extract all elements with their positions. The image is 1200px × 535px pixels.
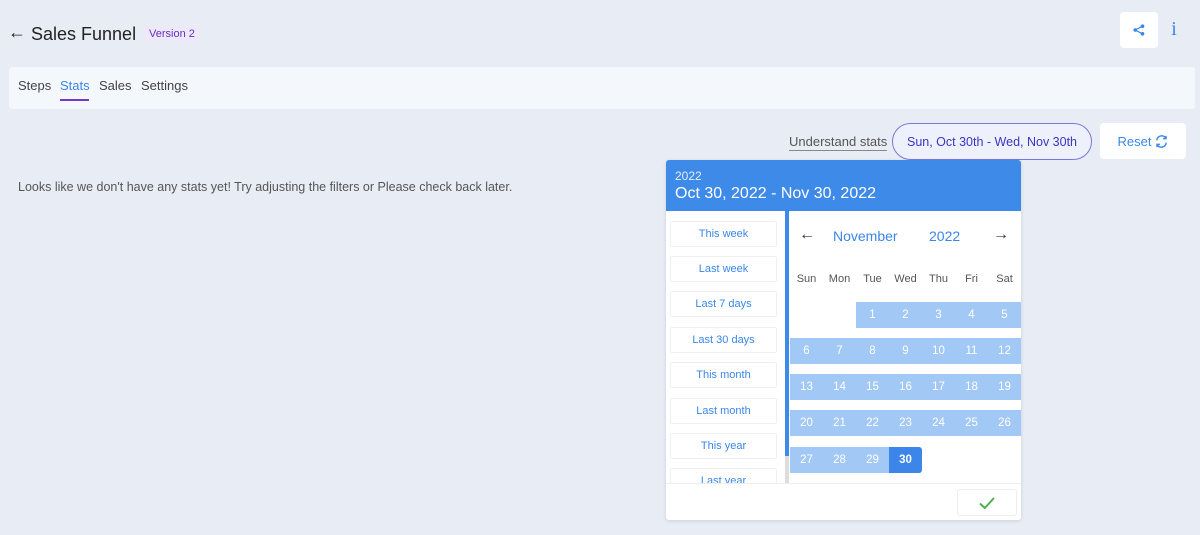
shortcut-this-year[interactable]: This year: [670, 433, 777, 459]
calendar-day[interactable]: 26: [988, 410, 1021, 436]
picker-footer: [666, 483, 1021, 520]
weekday-label: Sun: [796, 273, 817, 285]
calendar-day[interactable]: 3: [922, 302, 955, 328]
share-icon: [1133, 24, 1145, 36]
date-range-button[interactable]: Sun, Oct 30th - Wed, Nov 30th: [892, 123, 1092, 160]
tab-stats[interactable]: Stats: [60, 78, 90, 93]
back-arrow-icon[interactable]: ←: [8, 22, 26, 43]
weekday-label: Fri: [965, 273, 978, 285]
calendar-day[interactable]: 10: [922, 338, 955, 364]
page-header: ← Sales Funnel Version 2 i: [0, 0, 1200, 66]
calendar-day[interactable]: 19: [988, 374, 1021, 400]
shortcuts-scrollbar-thumb[interactable]: [785, 211, 789, 456]
calendar-day[interactable]: 21: [823, 410, 856, 436]
calendar-day[interactable]: 27: [790, 447, 823, 473]
calendar-day[interactable]: 5: [988, 302, 1021, 328]
empty-stats-message: Looks like we don't have any stats yet! …: [18, 180, 513, 194]
calendar-day[interactable]: 15: [856, 374, 889, 400]
calendar-month[interactable]: November: [833, 228, 898, 244]
shortcut-last-7-days[interactable]: Last 7 days: [670, 291, 777, 317]
shortcut-this-week[interactable]: This week: [670, 221, 777, 247]
page-title: Sales Funnel: [31, 24, 137, 44]
confirm-button[interactable]: [957, 489, 1017, 516]
shortcut-last-week[interactable]: Last week: [670, 256, 777, 282]
calendar-day[interactable]: 11: [955, 338, 988, 364]
calendar-day[interactable]: 22: [856, 410, 889, 436]
calendar-day[interactable]: 7: [823, 338, 856, 364]
calendar-day[interactable]: 20: [790, 410, 823, 436]
calendar-day[interactable]: 14: [823, 374, 856, 400]
picker-year[interactable]: 2022: [675, 169, 702, 183]
calendar-day[interactable]: 16: [889, 374, 922, 400]
weekday-label: Mon: [828, 273, 851, 285]
calendar-day[interactable]: 17: [922, 374, 955, 400]
picker-header: 2022 Oct 30, 2022 - Nov 30, 2022: [666, 160, 1021, 211]
shortcut-last-year[interactable]: Last year: [670, 468, 777, 483]
weekday-label: Thu: [929, 273, 948, 285]
share-button[interactable]: [1120, 12, 1158, 48]
range-shortcuts: This week Last week Last 7 days Last 30 …: [666, 211, 785, 483]
calendar-day[interactable]: 18: [955, 374, 988, 400]
shortcut-this-month[interactable]: This month: [670, 362, 777, 388]
weekday-label: Tue: [863, 273, 882, 285]
calendar-day-selected-end[interactable]: 30: [889, 447, 922, 473]
picker-selected-range: Oct 30, 2022 - Nov 30, 2022: [675, 185, 877, 202]
calendar-day[interactable]: 6: [790, 338, 823, 364]
tab-settings[interactable]: Settings: [141, 78, 188, 93]
calendar-day[interactable]: 25: [955, 410, 988, 436]
calendar-day[interactable]: 12: [988, 338, 1021, 364]
calendar-day[interactable]: 8: [856, 338, 889, 364]
calendar-day[interactable]: 2: [889, 302, 922, 328]
calendar-day[interactable]: 23: [889, 410, 922, 436]
weekday-label: Sat: [996, 273, 1013, 285]
calendar-day[interactable]: 24: [922, 410, 955, 436]
calendar-year[interactable]: 2022: [929, 228, 960, 244]
weekday-label: Wed: [894, 273, 917, 285]
calendar-day[interactable]: 29: [856, 447, 889, 473]
calendar-day[interactable]: 1: [856, 302, 889, 328]
version-badge: Version 2: [143, 25, 201, 43]
checkmark-icon: [979, 496, 995, 509]
reset-label: Reset: [1117, 133, 1152, 149]
next-month-arrow-icon[interactable]: →: [993, 226, 1009, 244]
tab-sales[interactable]: Sales: [99, 78, 132, 93]
calendar-day[interactable]: 13: [790, 374, 823, 400]
calendar-day[interactable]: 9: [889, 338, 922, 364]
info-icon[interactable]: i: [1164, 18, 1184, 42]
shortcut-last-month[interactable]: Last month: [670, 398, 777, 424]
active-tab-indicator: [60, 99, 89, 101]
reset-button[interactable]: Reset: [1100, 123, 1186, 159]
prev-month-arrow-icon[interactable]: ←: [799, 226, 815, 244]
calendar-day[interactable]: 28: [823, 447, 856, 473]
understand-stats-link[interactable]: Understand stats: [789, 134, 888, 151]
date-range-picker: 2022 Oct 30, 2022 - Nov 30, 2022 This we…: [666, 160, 1021, 520]
shortcut-last-30-days[interactable]: Last 30 days: [670, 327, 777, 353]
tab-steps[interactable]: Steps: [18, 78, 51, 93]
refresh-icon: [1156, 134, 1168, 148]
tabs-bar: Steps Stats Sales Settings: [9, 67, 1195, 109]
calendar-day[interactable]: 4: [955, 302, 988, 328]
